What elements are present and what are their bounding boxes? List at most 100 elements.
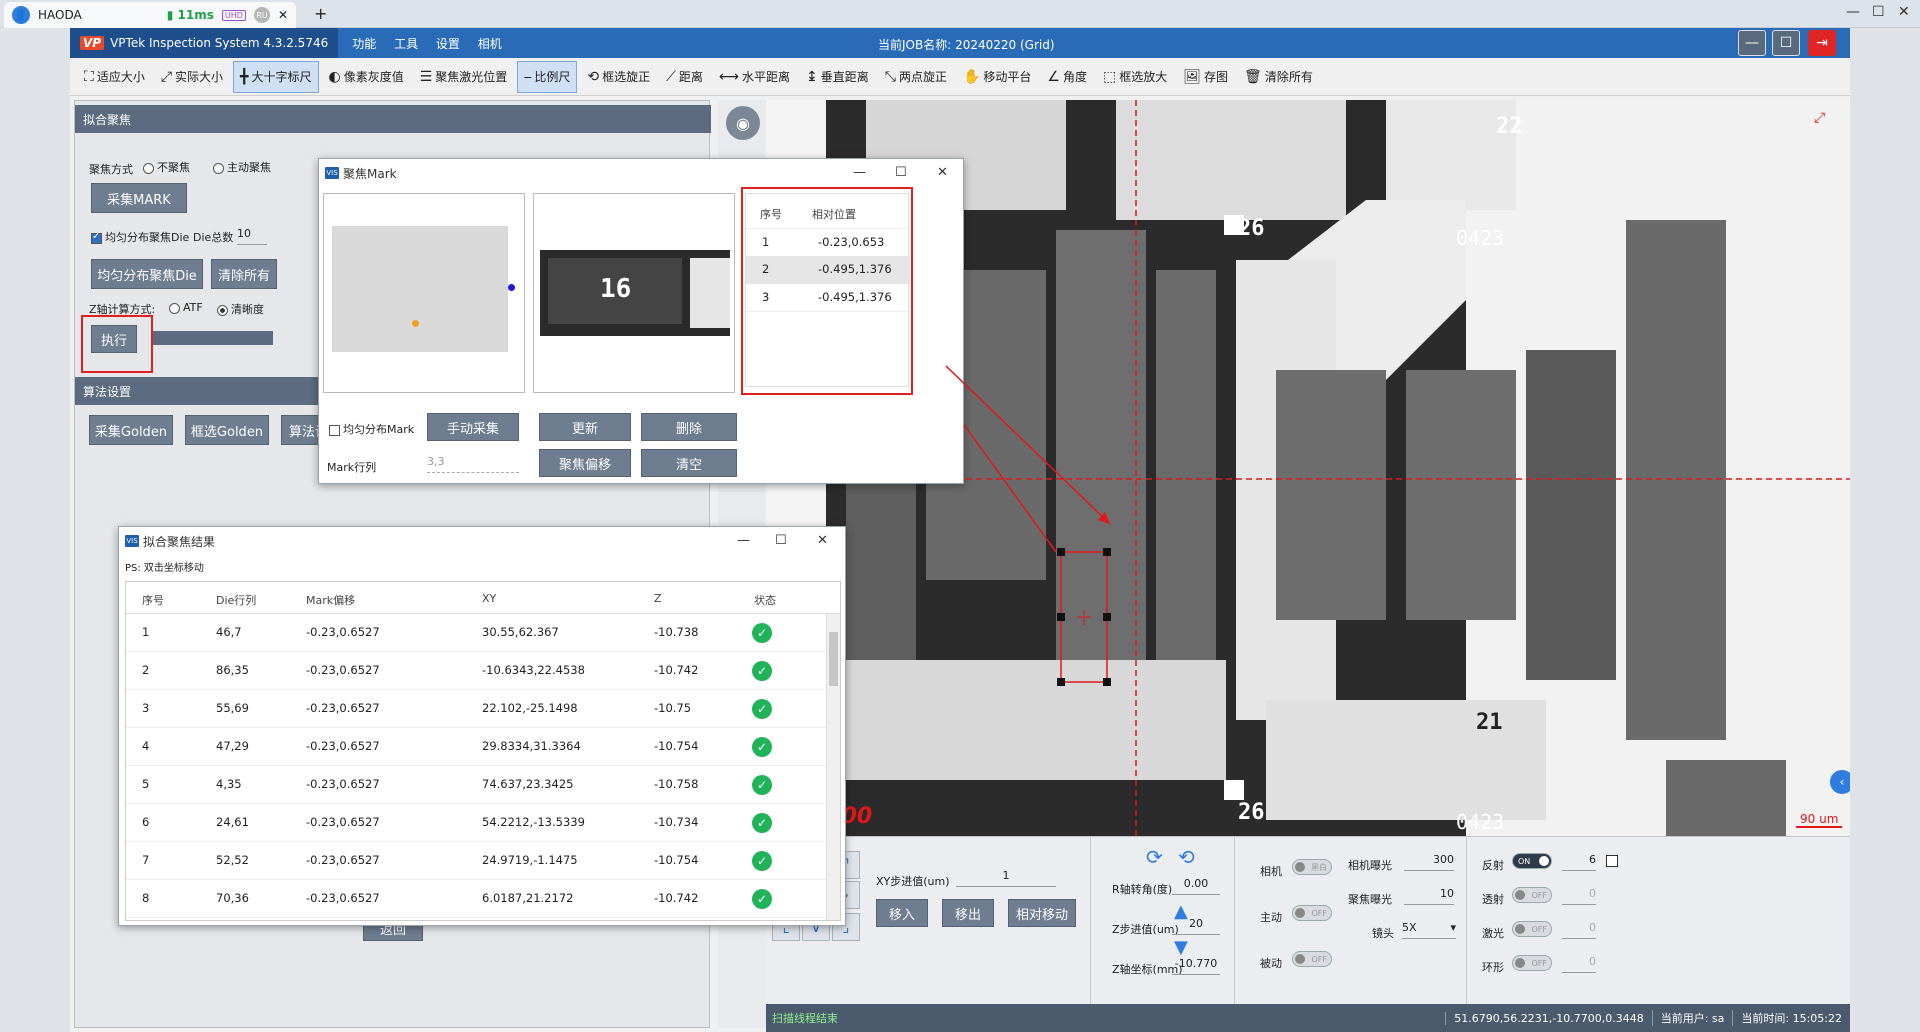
move-stage-tool[interactable]: ✋ 移动平台 — [957, 61, 1037, 93]
rotate-ccw-icon[interactable]: ⟲ — [1178, 845, 1195, 869]
move-out-button[interactable]: 移出 — [942, 899, 994, 927]
transmit-value[interactable]: 0 — [1562, 887, 1596, 905]
clear-button[interactable]: 清空 — [641, 449, 737, 477]
exit-icon[interactable]: ⇥ — [1808, 30, 1836, 56]
camera-icon[interactable]: ◉ — [726, 106, 760, 140]
radio-atf[interactable]: ATF — [169, 301, 203, 314]
focus-laser-tool[interactable]: ☰ 聚焦激光位置 — [414, 61, 514, 93]
uniform-die-button[interactable]: 均匀分布聚焦Die — [91, 259, 203, 289]
mark-row-input[interactable]: 3,3 — [427, 455, 519, 473]
table-row[interactable]: 2 86,35 -0.23,0.6527 -10.6343,22.4538 -10.74… — [126, 652, 826, 690]
menu-settings[interactable]: 设置 — [436, 37, 460, 51]
menu-camera[interactable]: 相机 — [478, 37, 502, 51]
wafer-map-preview[interactable] — [323, 193, 525, 393]
v-distance-tool[interactable]: ↨ 垂直距离 — [800, 61, 875, 93]
scrollbar[interactable] — [826, 614, 840, 920]
minimize-icon[interactable]: — — [853, 165, 866, 180]
table-row[interactable]: 4 47,29 -0.23,0.6527 29.8334,31.3364 -10.754… — [126, 728, 826, 766]
uniform-die-checkbox[interactable]: 均匀分布聚焦Die — [91, 229, 189, 245]
radio-clarity[interactable]: 清晰度 — [217, 301, 264, 317]
window-minimize-button[interactable]: — — [1846, 4, 1860, 20]
rotate-select-tool[interactable]: ⟲ 框选旋正 — [581, 61, 656, 93]
table-row[interactable]: 3 55,69 -0.23,0.6527 22.102,-25.1498 -10.75 ✓ — [126, 690, 826, 728]
table-row[interactable]: 6 24,61 -0.23,0.6527 54.2212,-13.5339 -10.73… — [126, 804, 826, 842]
color-swatch[interactable] — [1606, 855, 1618, 867]
window-maximize-button[interactable]: ☐ — [1872, 4, 1885, 20]
r-angle-input[interactable]: 0.00 — [1172, 877, 1220, 895]
move-in-button[interactable]: 移入 — [876, 899, 928, 927]
transmit-toggle[interactable]: OFF — [1512, 887, 1552, 903]
reflect-value[interactable]: 6 — [1562, 853, 1596, 871]
ring-value[interactable]: 0 — [1562, 955, 1596, 973]
delete-button[interactable]: 删除 — [641, 413, 737, 441]
minimize-icon[interactable]: — — [737, 533, 750, 548]
maximize-icon[interactable]: ☐ — [1772, 30, 1800, 56]
uniform-mark-checkbox[interactable]: 均匀分布Mark — [329, 421, 414, 437]
focus-exposure-input[interactable]: 10 — [1404, 887, 1454, 905]
relative-move-button[interactable]: 相对移动 — [1008, 899, 1076, 927]
select-golden-button[interactable]: 框选Golden — [185, 415, 269, 445]
passive-toggle[interactable]: OFF — [1292, 951, 1332, 967]
angle-tool[interactable]: ∠ 角度 — [1041, 61, 1093, 93]
xy-step-input[interactable]: 1 — [956, 869, 1056, 887]
ruler-icon: ⎯ — [524, 68, 532, 85]
laser-toggle[interactable]: OFF — [1512, 921, 1552, 937]
actual-size-tool[interactable]: ⤢ 实际大小 — [155, 61, 229, 93]
reflect-toggle[interactable]: ON — [1512, 853, 1552, 869]
rotate-cw-icon[interactable]: ⟳ — [1146, 845, 1163, 869]
close-icon[interactable]: ✕ — [817, 533, 828, 548]
fullscreen-icon[interactable]: ⤢ — [1814, 110, 1825, 126]
fit-size-tool[interactable]: ⛶ 适应大小 — [78, 61, 151, 93]
dialog-titlebar: VIS 聚焦Mark — [319, 159, 963, 187]
active-toggle[interactable]: OFF — [1292, 905, 1332, 921]
focus-offset-button[interactable]: 聚焦偏移 — [539, 449, 631, 477]
tab-close-button[interactable]: ✕ — [278, 8, 288, 22]
maximize-icon[interactable]: ☐ — [895, 165, 907, 180]
browser-tab[interactable]: 👤 HAODA ▮ 11ms UHD RU ✕ — [4, 2, 296, 28]
clear-all-tool[interactable]: 🗑 清除所有 — [1238, 61, 1319, 93]
menu-function[interactable]: 功能 — [352, 37, 376, 51]
collect-golden-button[interactable]: 采集Golden — [89, 415, 173, 445]
h-distance-tool[interactable]: ⟷ 水平距离 — [713, 61, 796, 93]
clear-all-button[interactable]: 清除所有 — [211, 259, 277, 289]
app-titlebar: VP VPTek Inspection System 4.3.2.5746 功能 … — [70, 28, 1850, 58]
table-row[interactable]: 8 70,36 -0.23,0.6527 6.0187,21.2172 -10.742 ✓ — [126, 880, 826, 918]
two-point-rotate-tool[interactable]: ⤡ 两点旋正 — [879, 61, 953, 93]
crosshair-tool[interactable]: ╋ 大十字标尺 — [233, 60, 319, 93]
table-row[interactable]: 1 46,7 -0.23,0.6527 30.55,62.367 -10.738 ✓ — [126, 614, 826, 652]
table-row[interactable]: 7 52,52 -0.23,0.6527 24.9719,-1.1475 -10.754… — [126, 842, 826, 880]
collect-mark-button[interactable]: 采集MARK — [91, 183, 187, 213]
z-step-input[interactable]: 20 — [1172, 917, 1220, 935]
lens-select[interactable]: 5X ▾ — [1402, 921, 1456, 939]
scale-bar-tool[interactable]: ⎯ 比例尺 — [517, 60, 578, 93]
menu-tools[interactable]: 工具 — [394, 37, 418, 51]
cam-exposure-input[interactable]: 300 — [1404, 853, 1454, 871]
minimize-icon[interactable]: — — [1738, 30, 1766, 56]
execute-button[interactable]: 执行 — [91, 325, 137, 353]
new-tab-button[interactable]: + — [314, 4, 327, 23]
pixel-gray-tool[interactable]: ◐ 像素灰度值 — [323, 61, 410, 93]
camera-toggle[interactable]: 黑白 — [1292, 859, 1332, 875]
expand-icon: ⤢ — [160, 68, 173, 85]
zoom-select-tool[interactable]: ⬚ 框选放大 — [1097, 61, 1173, 93]
close-icon[interactable]: ✕ — [937, 165, 948, 180]
ring-toggle[interactable]: OFF — [1512, 955, 1552, 971]
z-down-icon[interactable]: ▼ — [1174, 937, 1188, 958]
status-bar: 扫描线程结束 51.6790,56.2231,-10.7700,0.3448 当… — [766, 1004, 1850, 1032]
manual-collect-button[interactable]: 手动采集 — [427, 413, 519, 441]
section-fit-focus: 拟合聚焦 — [75, 105, 711, 133]
radio-active-focus[interactable]: 主动聚焦 — [213, 159, 271, 175]
update-button[interactable]: 更新 — [539, 413, 631, 441]
maximize-icon[interactable]: ☐ — [775, 533, 787, 548]
distance-tool[interactable]: ⟋ 距离 — [660, 61, 709, 93]
crosshair-icon: ╋ — [240, 68, 249, 85]
table-cell: -10.6343,22.4538 — [482, 663, 585, 677]
save-image-tool[interactable]: 🖼 存图 — [1177, 61, 1234, 93]
laser-value[interactable]: 0 — [1562, 921, 1596, 939]
collapse-icon[interactable]: ‹ — [1830, 770, 1850, 794]
table-row[interactable]: 5 4,35 -0.23,0.6527 74.637,23.3425 -10.758 ✓ — [126, 766, 826, 804]
scrollbar-thumb[interactable] — [829, 632, 838, 686]
window-close-button[interactable]: ✕ — [1898, 4, 1910, 20]
radio-no-focus[interactable]: 不聚焦 — [143, 159, 190, 175]
die-total-input[interactable]: 10 — [237, 227, 267, 245]
